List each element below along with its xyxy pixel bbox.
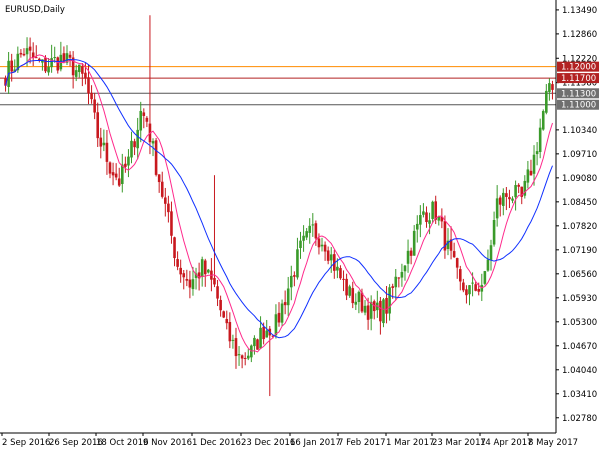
price-level-tag-1: 1.11700 <box>557 73 599 84</box>
x-tick-label: 14 Apr 2017 <box>480 438 533 448</box>
y-tick-label: 1.07190 <box>562 246 597 256</box>
y-tick-label: 1.07820 <box>562 222 597 232</box>
x-tick-label: 23 Mar 2017 <box>432 438 486 448</box>
x-tick-label: 1 Dec 2016 <box>192 438 241 448</box>
y-tick-label: 1.04670 <box>562 342 597 352</box>
y-tick-label: 1.09710 <box>562 150 597 160</box>
y-tick-label: 1.10340 <box>562 126 597 136</box>
svg-text:1.12000: 1.12000 <box>561 63 596 73</box>
candle <box>222 310 225 319</box>
price-level-tag-3: 1.11000 <box>557 99 599 111</box>
x-tick-label: 9 Nov 2016 <box>143 438 192 448</box>
price-level-tag-0: 1.12000 <box>557 61 599 73</box>
candle <box>483 270 487 286</box>
chart: 1.13490 1.12860 1.12220 1.11580 1.10340 1.097… <box>0 0 600 450</box>
x-tick-label: 8 May 2017 <box>528 438 578 448</box>
candle <box>256 338 259 350</box>
svg-text:1.11300: 1.11300 <box>561 89 596 99</box>
candle <box>382 297 385 328</box>
x-tick-label: 2 Sep 2016 <box>2 438 50 448</box>
x-tick-label: 16 Jan 2017 <box>290 438 341 448</box>
x-tick-label: 7 Feb 2017 <box>338 438 386 448</box>
y-tick-label: 1.03410 <box>562 390 597 400</box>
x-tick-label: 23 Dec 2016 <box>241 438 295 448</box>
chart-svg: 1.134901.128601.122201.115801.103401.097… <box>0 0 600 450</box>
y-tick-label: 1.09080 <box>562 174 597 184</box>
svg-text:1.11000: 1.11000 <box>561 101 596 111</box>
y-tick-label: 1.12860 <box>562 30 597 40</box>
x-tick-label: 1 Mar 2017 <box>386 438 434 448</box>
y-tick-label: 1.06560 <box>562 270 597 280</box>
x-tick-label: 18 Oct 2016 <box>96 438 149 448</box>
candle <box>154 137 158 177</box>
y-tick-label: 1.05300 <box>562 318 597 328</box>
candle <box>541 109 545 131</box>
svg-text:1.11700: 1.11700 <box>561 74 596 84</box>
y-tick-label: 1.05930 <box>562 294 597 304</box>
y-tick-label: 1.13490 <box>562 6 597 16</box>
y-tick-label: 1.04040 <box>562 366 597 376</box>
y-tick-label: 1.02780 <box>562 414 597 424</box>
x-tick-label: 26 Sep 2016 <box>49 438 103 448</box>
chart-title: EURUSD,Daily <box>5 5 65 15</box>
price-level-tag-2: 1.11300 <box>557 88 599 99</box>
y-tick-label: 1.08450 <box>562 198 597 208</box>
